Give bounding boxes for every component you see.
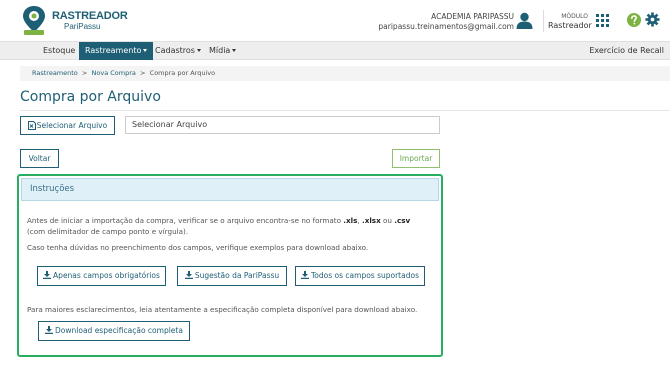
title-divider bbox=[20, 110, 670, 111]
delimiter-instruction-text: (com delimitador de campo ponto e vírgul… bbox=[27, 227, 189, 236]
download-icon bbox=[43, 271, 52, 279]
file-icon bbox=[27, 121, 36, 130]
breadcrumb-link-nova-compra[interactable]: Nova Compra bbox=[92, 69, 136, 77]
download-icon bbox=[184, 271, 193, 279]
gear-icon[interactable] bbox=[645, 12, 660, 27]
file-name-input[interactable]: Selecionar Arquivo bbox=[125, 116, 440, 134]
breadcrumb-separator: > bbox=[137, 69, 148, 77]
download-icon bbox=[45, 326, 54, 334]
account-email: paripassu.treinamentos@gmail.com bbox=[378, 22, 514, 31]
select-file-label: Selecionar Arquivo bbox=[36, 121, 108, 130]
chevron-down-icon bbox=[143, 49, 148, 52]
format-instruction-text: Antes de iniciar a importação da compra,… bbox=[27, 216, 410, 225]
doubt-text: Caso tenha dúvidas no preenchimento dos … bbox=[27, 243, 369, 252]
select-file-button[interactable]: Selecionar Arquivo bbox=[20, 116, 115, 135]
top-bar: RASTREADOR PariPassu ACADEMIA PARIPASSU … bbox=[0, 0, 670, 41]
nav-label-rastreamento: Rastreamento bbox=[85, 46, 142, 55]
download-icon bbox=[301, 271, 309, 279]
account-name: ACADEMIA PARIPASSU bbox=[431, 12, 514, 21]
breadcrumb-link-rastreamento[interactable]: Rastreamento bbox=[32, 69, 78, 77]
breadcrumb-current: Compra por Arquivo bbox=[149, 69, 216, 77]
apps-grid-icon[interactable] bbox=[596, 14, 609, 27]
download-specification-button[interactable]: Download especificação completa bbox=[38, 321, 190, 341]
format-intro: Antes de iniciar a importação da compra,… bbox=[27, 216, 344, 225]
nav-label-estoque: Estoque bbox=[43, 46, 76, 55]
nav-label-midia: Mídia bbox=[209, 46, 231, 55]
module-switcher[interactable]: MÓDULO Rastreador bbox=[548, 13, 592, 31]
nav-label-cadastros: Cadastros bbox=[155, 46, 195, 55]
download-all-label: Todos os campos suportados bbox=[311, 271, 419, 280]
format-xls: .xls bbox=[343, 216, 358, 225]
format-xlsx: .xlsx bbox=[361, 216, 381, 225]
download-all-fields-button[interactable]: Todos os campos suportados bbox=[295, 266, 425, 286]
user-icon[interactable] bbox=[516, 12, 533, 29]
instructions-panel: Instruções Antes de iniciar a importação… bbox=[17, 174, 443, 357]
logo-subtitle: PariPassu bbox=[64, 22, 101, 31]
logo-text: RASTREADOR PariPassu bbox=[52, 10, 128, 32]
header-divider bbox=[543, 10, 544, 32]
nav-item-recall[interactable]: Exercício de Recall bbox=[589, 42, 664, 60]
breadcrumb-separator: > bbox=[79, 69, 90, 77]
page-title: Compra por Arquivo bbox=[20, 89, 161, 105]
nav-item-estoque[interactable]: Estoque bbox=[37, 42, 81, 60]
chevron-down-icon bbox=[232, 49, 237, 52]
download-required-fields-button[interactable]: Apenas campos obrigatórios bbox=[37, 266, 166, 286]
instructions-heading: Instruções bbox=[21, 178, 439, 201]
nav-item-midia[interactable]: Mídia bbox=[203, 42, 242, 60]
download-required-label: Apenas campos obrigatórios bbox=[53, 271, 160, 280]
rastreador-logo[interactable] bbox=[22, 5, 46, 36]
format-separator: ou bbox=[380, 216, 395, 225]
download-suggestion-button[interactable]: Sugestão da PariPassu bbox=[177, 266, 287, 286]
download-specification-label: Download especificação completa bbox=[55, 326, 183, 335]
module-label: MÓDULO bbox=[561, 13, 588, 20]
import-button[interactable]: Importar bbox=[392, 149, 440, 168]
specification-text: Para maiores esclarecimentos, leia atent… bbox=[27, 305, 418, 314]
chevron-down-icon bbox=[196, 49, 201, 52]
download-suggestion-label: Sugestão da PariPassu bbox=[194, 271, 280, 280]
help-icon[interactable] bbox=[627, 13, 641, 27]
format-csv: .csv bbox=[394, 216, 411, 225]
breadcrumb: Rastreamento > Nova Compra > Compra por … bbox=[20, 66, 670, 81]
main-nav: Estoque Rastreamento Cadastros Mídia Exe… bbox=[0, 41, 670, 60]
module-name: Rastreador bbox=[548, 21, 592, 30]
nav-item-cadastros[interactable]: Cadastros bbox=[149, 42, 207, 60]
nav-item-rastreamento[interactable]: Rastreamento bbox=[79, 42, 154, 60]
logo-title: RASTREADOR bbox=[52, 10, 128, 22]
account-info[interactable]: ACADEMIA PARIPASSU paripassu.treinamento… bbox=[378, 12, 514, 32]
back-button[interactable]: Voltar bbox=[20, 149, 59, 168]
